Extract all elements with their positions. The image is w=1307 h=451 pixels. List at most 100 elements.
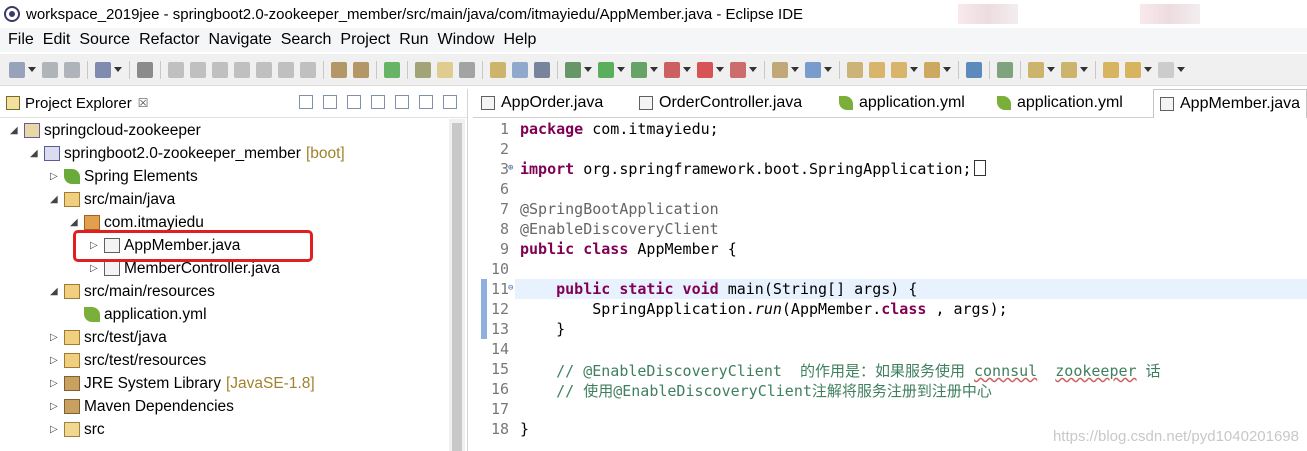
- new-package-icon[interactable]: [805, 61, 821, 78]
- terminate-icon[interactable]: [212, 61, 228, 78]
- collapse-arrow-icon[interactable]: ▷: [50, 395, 58, 418]
- dropdown-arrow-icon[interactable]: [650, 67, 658, 72]
- dropdown-arrow-icon[interactable]: [1144, 67, 1152, 72]
- debug-icon[interactable]: [565, 61, 581, 78]
- menu-search[interactable]: Search: [281, 31, 332, 49]
- tree-item[interactable]: ▷ src/test/java: [0, 326, 447, 349]
- project-explorer-tab[interactable]: Project Explorer ☒: [0, 89, 467, 118]
- pin-icon[interactable]: [459, 61, 475, 78]
- git-icon[interactable]: [997, 61, 1013, 78]
- back-icon[interactable]: [299, 95, 313, 109]
- new-class-icon[interactable]: [847, 61, 863, 78]
- tree-item[interactable]: ▷ JRE System Library [JavaSE-1.8]: [0, 372, 447, 395]
- dropdown-arrow-icon[interactable]: [716, 67, 724, 72]
- collapse-arrow-icon[interactable]: ▷: [50, 372, 58, 395]
- terminal-icon[interactable]: [95, 61, 111, 78]
- minimize-icon[interactable]: [419, 95, 433, 109]
- collapse-arrow-icon[interactable]: ▷: [50, 418, 58, 441]
- tree-item[interactable]: ◢ src/main/resources: [0, 280, 447, 303]
- new-icon[interactable]: [9, 61, 25, 78]
- collapse-all-icon[interactable]: [371, 95, 385, 109]
- menu-source[interactable]: Source: [79, 31, 130, 49]
- open-task-icon[interactable]: [512, 61, 528, 78]
- dropdown-arrow-icon[interactable]: [943, 67, 951, 72]
- step-return-icon[interactable]: [300, 61, 316, 78]
- dropdown-arrow-icon[interactable]: [683, 67, 691, 72]
- link-with-editor-icon[interactable]: [347, 95, 361, 109]
- tree-item[interactable]: ◢ src/main/java: [0, 188, 447, 211]
- suspend-icon[interactable]: [190, 61, 206, 78]
- tree-item[interactable]: ▷ src: [0, 418, 447, 441]
- run-icon[interactable]: [598, 61, 614, 78]
- dropdown-arrow-icon[interactable]: [114, 67, 122, 72]
- fold-toggle-icon[interactable]: ⊖: [508, 283, 513, 293]
- save-all-icon[interactable]: [64, 61, 80, 78]
- editor-tab[interactable]: application.yml: [833, 89, 983, 117]
- expand-arrow-icon[interactable]: ◢: [50, 188, 58, 211]
- dropdown-arrow-icon[interactable]: [1177, 67, 1185, 72]
- view-menu-icon[interactable]: [395, 95, 409, 109]
- menu-edit[interactable]: Edit: [43, 31, 71, 49]
- dropdown-arrow-icon[interactable]: [1047, 67, 1055, 72]
- dropdown-arrow-icon[interactable]: [910, 67, 918, 72]
- open-resource-icon[interactable]: [924, 61, 940, 78]
- use-step-filters-icon[interactable]: [353, 61, 369, 78]
- spring-boot-icon[interactable]: [384, 61, 400, 78]
- step-into-icon[interactable]: [256, 61, 272, 78]
- skip-breakpoints-icon[interactable]: [137, 61, 153, 78]
- menu-file[interactable]: File: [8, 31, 34, 49]
- menu-help[interactable]: Help: [503, 31, 536, 49]
- tree-item[interactable]: ▷ src/test/resources: [0, 349, 447, 372]
- dropdown-arrow-icon[interactable]: [617, 67, 625, 72]
- disconnect-icon[interactable]: [234, 61, 250, 78]
- collapse-arrow-icon[interactable]: ▷: [50, 326, 58, 349]
- dropdown-arrow-icon[interactable]: [1080, 67, 1088, 72]
- folded-imports-icon[interactable]: [973, 160, 986, 176]
- show-whitespace-icon[interactable]: [534, 61, 550, 78]
- back-icon[interactable]: [1125, 61, 1141, 78]
- dropdown-arrow-icon[interactable]: [584, 67, 592, 72]
- last-edit-icon[interactable]: [1103, 61, 1119, 78]
- code-area[interactable]: 1 package com.itmayiedu; 2 3 ⊕ import org.spr…: [473, 119, 1307, 451]
- tree-item[interactable]: ◢ springcloud-zookeeper: [0, 119, 447, 142]
- coverage-icon[interactable]: [631, 61, 647, 78]
- expand-arrow-icon[interactable]: ◢: [50, 280, 58, 303]
- profile-icon[interactable]: [730, 61, 746, 78]
- tree-item[interactable]: ◢ springboot2.0-zookeeper_member [boot]: [0, 142, 447, 165]
- next-annotation-icon[interactable]: [1028, 61, 1044, 78]
- expand-arrow-icon[interactable]: ◢: [10, 119, 18, 142]
- forward-icon[interactable]: [1158, 61, 1174, 78]
- scrollbar-thumb[interactable]: [452, 123, 462, 451]
- editor-tab[interactable]: AppOrder.java: [475, 89, 625, 117]
- editor-tab[interactable]: application.yml: [991, 89, 1141, 117]
- external-tools-icon[interactable]: [664, 61, 680, 78]
- dropdown-arrow-icon[interactable]: [824, 67, 832, 72]
- step-over-icon[interactable]: [278, 61, 294, 78]
- menu-project[interactable]: Project: [340, 31, 390, 49]
- expand-arrow-icon[interactable]: ◢: [30, 142, 38, 165]
- menu-run[interactable]: Run: [399, 31, 428, 49]
- toggle-mark-occurrences-icon[interactable]: [415, 61, 431, 78]
- new-java-project-icon[interactable]: [772, 61, 788, 78]
- toggle-highlight-icon[interactable]: [437, 61, 453, 78]
- fold-toggle-icon[interactable]: ⊕: [508, 163, 513, 173]
- dropdown-arrow-icon[interactable]: [791, 67, 799, 72]
- editor-tab[interactable]: OrderController.java: [633, 89, 823, 117]
- globe-icon[interactable]: [966, 61, 982, 78]
- menu-refactor[interactable]: Refactor: [139, 31, 199, 49]
- explorer-scrollbar[interactable]: [449, 119, 465, 451]
- editor-tab[interactable]: AppMember.java: [1153, 89, 1307, 118]
- open-type-icon[interactable]: [490, 61, 506, 78]
- menu-navigate[interactable]: Navigate: [209, 31, 272, 49]
- dropdown-arrow-icon[interactable]: [28, 67, 36, 72]
- close-icon[interactable]: ☒: [138, 96, 149, 110]
- stop-icon[interactable]: [697, 61, 713, 78]
- dropdown-arrow-icon[interactable]: [749, 67, 757, 72]
- maximize-icon[interactable]: [443, 95, 457, 109]
- drop-to-frame-icon[interactable]: [331, 61, 347, 78]
- search-icon[interactable]: [891, 61, 907, 78]
- tree-item[interactable]: ▷ Maven Dependencies: [0, 395, 447, 418]
- open-folder-icon[interactable]: [869, 61, 885, 78]
- menu-window[interactable]: Window: [438, 31, 495, 49]
- tree-item[interactable]: ▷ Spring Elements: [0, 165, 447, 188]
